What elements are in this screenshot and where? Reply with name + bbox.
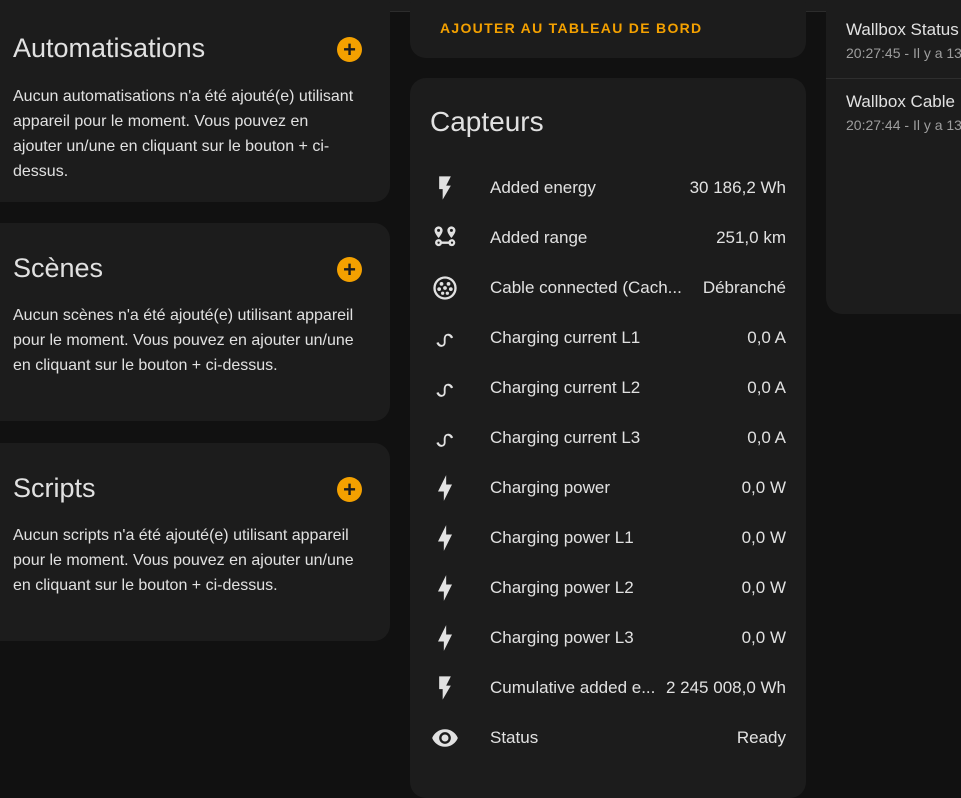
sensor-row[interactable]: Charging current L2 0,0 A [410, 363, 806, 413]
sensor-name: Charging power L3 [490, 628, 634, 647]
sensor-value: 0,0 W [741, 528, 786, 547]
logbook-card: Wallbox Status 20:27:45 - Il y a 13 Wall… [826, 0, 961, 314]
sensor-name: Charging power [490, 478, 611, 497]
lightning-bolt-icon [430, 573, 460, 603]
sensor-value: 0,0 A [747, 428, 786, 447]
scripts-title: Scripts [13, 473, 96, 503]
sensor-row[interactable]: Cable connected (Cach... Débranché [410, 263, 806, 313]
sensor-row[interactable]: Charging power L3 0,0 W [410, 613, 806, 663]
sensor-value: 0,0 A [747, 378, 786, 397]
sensor-name: Charging current L3 [490, 428, 641, 447]
logbook-entity: Wallbox Cable [846, 92, 955, 111]
current-ac-icon [430, 423, 460, 453]
add-to-dashboard-button[interactable]: AJOUTER AU TABLEAU DE BORD [440, 20, 702, 36]
sensor-name: Charging power L1 [490, 528, 634, 547]
flash-icon [430, 173, 460, 203]
sensor-name: Charging current L1 [490, 328, 641, 347]
sensor-value: Débranché [702, 278, 786, 297]
dashboard-card: AJOUTER AU TABLEAU DE BORD [410, 0, 806, 58]
sensor-value: 0,0 W [741, 628, 786, 647]
sensor-name: Added range [490, 228, 588, 247]
sensor-name: Status [490, 728, 539, 747]
add-script-button[interactable]: + [337, 477, 362, 502]
automations-card: Automatisations + Aucun automatisations … [0, 0, 390, 202]
logbook-time: 20:27:44 - Il y a 13 [846, 117, 961, 133]
scripts-card: Scripts + Aucun scripts n'a été ajouté(e… [0, 443, 390, 641]
sensor-name: Charging current L2 [490, 378, 641, 397]
sensor-row[interactable]: Status Ready [410, 713, 806, 763]
add-scene-button[interactable]: + [337, 257, 362, 282]
ev-plug-icon [430, 273, 460, 303]
lightning-bolt-icon [430, 623, 460, 653]
scripts-description: Aucun scripts n'a été ajouté(e) utilisan… [13, 527, 354, 594]
sensor-value: 0,0 W [741, 578, 786, 597]
sensor-name: Added energy [490, 178, 596, 197]
sensor-name: Cumulative added e... [490, 678, 656, 697]
sensors-card: Capteurs Added energy 30 186,2 Wh Added ra… [410, 78, 806, 798]
sensor-value: 2 245 008,0 Wh [665, 678, 786, 697]
automations-title: Automatisations [13, 33, 206, 63]
sensor-value: Ready [736, 728, 786, 747]
sensor-value: 0,0 W [741, 478, 786, 497]
sensor-value: 30 186,2 Wh [689, 178, 786, 197]
flash-icon [430, 673, 460, 703]
sensor-name: Cable connected (Cach... [490, 278, 682, 297]
sensor-row[interactable]: Added range 251,0 km [410, 213, 806, 263]
scenes-card: Scènes + Aucun scènes n'a été ajouté(e) … [0, 223, 390, 421]
logbook-entity: Wallbox Status [846, 20, 959, 39]
logbook-time: 20:27:45 - Il y a 13 [846, 45, 961, 61]
sensor-row[interactable]: Added energy 30 186,2 Wh [410, 163, 806, 213]
lightning-bolt-icon [430, 473, 460, 503]
sensor-row[interactable]: Charging current L3 0,0 A [410, 413, 806, 463]
automations-description: Aucun automatisations n'a été ajouté(e) … [13, 88, 354, 180]
logbook-entry[interactable]: Wallbox Status 20:27:45 - Il y a 13 [846, 20, 961, 61]
map-marker-distance-icon [430, 223, 460, 253]
sensor-row[interactable]: Cumulative added e... 2 245 008,0 Wh [410, 663, 806, 713]
add-automation-button[interactable]: + [337, 37, 362, 62]
sensor-value: 251,0 km [716, 228, 786, 247]
current-ac-icon [430, 323, 460, 353]
sensor-name: Charging power L2 [490, 578, 634, 597]
current-ac-icon [430, 373, 460, 403]
eye-icon [430, 723, 460, 753]
sensor-row[interactable]: Charging power L2 0,0 W [410, 563, 806, 613]
lightning-bolt-icon [430, 523, 460, 553]
scenes-description: Aucun scènes n'a été ajouté(e) utilisant… [13, 307, 354, 374]
logbook-entry[interactable]: Wallbox Cable 20:27:44 - Il y a 13 [846, 92, 961, 133]
sensor-row[interactable]: Charging current L1 0,0 A [410, 313, 806, 363]
logbook-divider [826, 78, 961, 79]
sensor-row[interactable]: Charging power 0,0 W [410, 463, 806, 513]
sensor-row[interactable]: Charging power L1 0,0 W [410, 513, 806, 563]
sensors-title: Capteurs [430, 106, 544, 137]
sensor-value: 0,0 A [747, 328, 786, 347]
scenes-title: Scènes [13, 253, 104, 283]
